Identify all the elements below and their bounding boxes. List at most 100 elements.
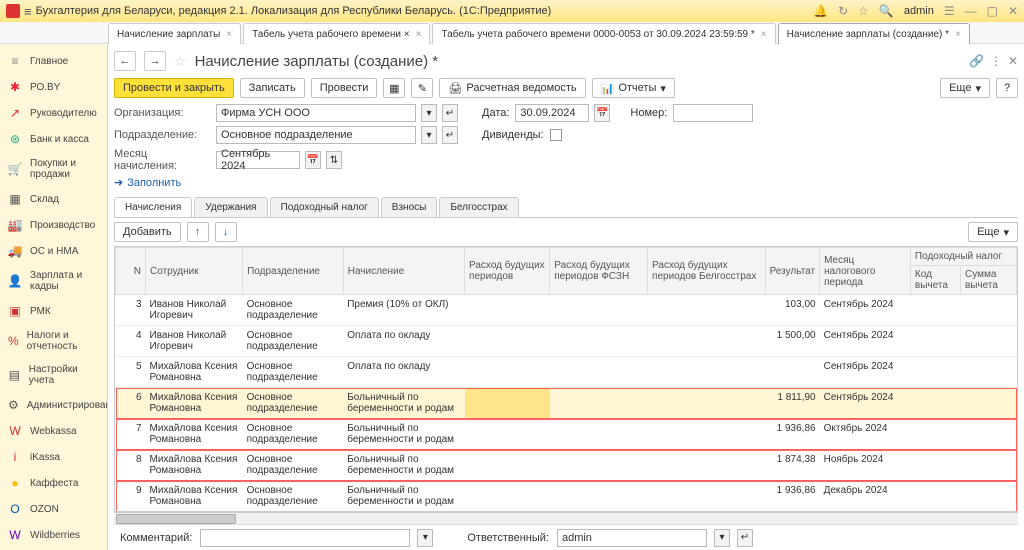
h-scrollbar[interactable] xyxy=(114,512,1018,524)
month-picker[interactable]: 📅 xyxy=(305,151,321,169)
sidebar-item[interactable]: 🚚ОС и НМА xyxy=(0,238,107,264)
col-dept[interactable]: Подразделение xyxy=(243,248,344,295)
sidebar-item[interactable]: ✱РО.BY xyxy=(0,74,107,100)
table-row[interactable]: 8Михайлова Ксения РомановнаОсновное подр… xyxy=(116,450,1017,481)
month-step[interactable]: ⇅ xyxy=(326,151,342,169)
sidebar-item[interactable]: 🏭Производство xyxy=(0,212,107,238)
resp-input[interactable]: admin xyxy=(557,529,707,547)
close-icon[interactable]: × xyxy=(226,29,232,40)
sidebar-item[interactable]: ≡Главное xyxy=(0,48,107,74)
col-rfp[interactable]: Расход будущих периодов xyxy=(465,248,550,295)
col-n[interactable]: N xyxy=(116,248,146,295)
move-up-button[interactable]: ↑ xyxy=(187,222,209,242)
nav-back-button[interactable]: ← xyxy=(114,51,136,71)
sidebar-item[interactable]: iiKassa xyxy=(0,444,107,470)
dividends-checkbox[interactable] xyxy=(550,129,562,141)
date-picker[interactable]: 📅 xyxy=(594,104,610,122)
close-icon[interactable]: ✕ xyxy=(1008,4,1018,18)
dept-open[interactable]: ↵ xyxy=(442,126,458,144)
fill-button[interactable]: ➜Заполнить xyxy=(114,176,181,189)
paysheet-button[interactable]: 🖨Расчетная ведомость xyxy=(439,78,585,98)
nav-forward-button[interactable]: → xyxy=(144,51,166,71)
star-icon[interactable]: ☆ xyxy=(858,4,869,18)
table-row[interactable]: 4Иванов Николай ИгоревичОсновное подразд… xyxy=(116,326,1017,357)
doc-tab[interactable]: Табель учета рабочего времени ×× xyxy=(243,23,430,44)
col-rfp-fszn[interactable]: Расход будущих периодов ФСЗН xyxy=(550,248,648,295)
table-row[interactable]: 9Михайлова Ксения РомановнаОсновное подр… xyxy=(116,481,1017,512)
close-icon[interactable]: × xyxy=(761,29,767,40)
subtab[interactable]: Взносы xyxy=(381,197,438,217)
sidebar-item[interactable]: 🛒Покупки и продажи xyxy=(0,152,107,186)
sidebar-item[interactable]: ●Каффеста xyxy=(0,470,107,496)
subtab[interactable]: Начисления xyxy=(114,197,192,217)
dept-picker[interactable]: ▾ xyxy=(421,126,437,144)
doc-tab[interactable]: Табель учета рабочего времени 0000-0053 … xyxy=(432,23,775,44)
col-deduct-sum[interactable]: Сумма вычета xyxy=(960,266,1016,295)
org-input[interactable]: Фирма УСН ООО xyxy=(216,104,416,122)
help-button[interactable]: ? xyxy=(996,78,1018,98)
bell-icon[interactable]: 🔔 xyxy=(813,4,828,18)
history-icon[interactable]: ↻ xyxy=(838,4,848,18)
table-row[interactable]: 3Иванов Николай ИгоревичОсновное подразд… xyxy=(116,295,1017,326)
org-open[interactable]: ↵ xyxy=(442,104,458,122)
comment-picker[interactable]: ▾ xyxy=(417,529,433,547)
sidebar-item[interactable]: ▦Склад xyxy=(0,186,107,212)
sidebar-item[interactable]: ⚙Администрирование xyxy=(0,392,107,418)
write-button[interactable]: Записать xyxy=(240,78,305,98)
reports-button[interactable]: 📊Отчеты ▾ xyxy=(592,78,675,98)
close-tab-icon[interactable]: ✕ xyxy=(1008,54,1018,68)
sidebar-item[interactable]: OOZON xyxy=(0,496,107,522)
close-icon[interactable]: × xyxy=(416,29,422,40)
subtab[interactable]: Удержания xyxy=(194,197,267,217)
move-down-button[interactable]: ↓ xyxy=(215,222,237,242)
sidebar-item[interactable]: WWebkassa xyxy=(0,418,107,444)
resp-picker[interactable]: ▾ xyxy=(714,529,730,547)
col-rfp-bgs[interactable]: Расход будущих периодов Белгосстрах xyxy=(648,248,766,295)
doc-tab[interactable]: Начисление зарплаты (создание) *× xyxy=(778,23,970,44)
col-accr[interactable]: Начисление xyxy=(343,248,464,295)
attach-button[interactable]: ✎ xyxy=(411,78,433,98)
col-income-tax[interactable]: Подоходный налог xyxy=(910,248,1016,266)
more-button[interactable]: Еще ▾ xyxy=(940,78,990,98)
col-emp[interactable]: Сотрудник xyxy=(146,248,243,295)
sidebar-item[interactable]: ▣РМК xyxy=(0,298,107,324)
movements-button[interactable]: ▦ xyxy=(383,78,405,98)
link-icon[interactable]: 🔗 xyxy=(969,54,984,68)
maximize-icon[interactable]: ▢ xyxy=(987,4,998,18)
table-row[interactable]: 5Михайлова Ксения РомановнаОсновное подр… xyxy=(116,357,1017,388)
sidebar-item[interactable]: ⊛Банк и касса xyxy=(0,126,107,152)
doc-tab[interactable]: Начисление зарплаты× xyxy=(108,23,241,44)
resp-open[interactable]: ↵ xyxy=(737,529,753,547)
comment-input[interactable] xyxy=(200,529,410,547)
sidebar-item[interactable]: WWildberries xyxy=(0,522,107,548)
add-row-button[interactable]: Добавить xyxy=(114,222,181,242)
menu-icon[interactable]: ☰ xyxy=(944,4,955,18)
sidebar-item[interactable]: 👤Зарплата и кадры xyxy=(0,264,107,298)
subtab[interactable]: Белгосстрах xyxy=(439,197,518,217)
number-input[interactable] xyxy=(673,104,753,122)
table-row[interactable]: 6Михайлова Ксения РомановнаОсновное подр… xyxy=(116,388,1017,419)
col-res[interactable]: Результат xyxy=(765,248,819,295)
minimize-icon[interactable]: — xyxy=(965,4,977,18)
col-deduct-code[interactable]: Код вычета xyxy=(910,266,960,295)
hamburger-icon[interactable]: ≡ xyxy=(24,4,32,19)
col-tax-period[interactable]: Месяц налогового периода xyxy=(820,248,911,295)
post-and-close-button[interactable]: Провести и закрыть xyxy=(114,78,234,98)
org-picker[interactable]: ▾ xyxy=(421,104,437,122)
month-input[interactable]: Сентябрь 2024 xyxy=(216,151,300,169)
close-icon[interactable]: × xyxy=(955,29,961,40)
more-icon[interactable]: ⋮ xyxy=(990,54,1002,68)
post-button[interactable]: Провести xyxy=(311,78,378,98)
sidebar-item[interactable]: ▤Настройки учета xyxy=(0,358,107,392)
subtab[interactable]: Подоходный налог xyxy=(270,197,379,217)
user-label[interactable]: admin xyxy=(904,5,934,17)
dept-input[interactable]: Основное подразделение xyxy=(216,126,416,144)
search-icon[interactable]: 🔍 xyxy=(879,4,894,18)
table-row[interactable]: 10Михайлова Ксения РомановнаОсновное под… xyxy=(116,512,1017,513)
accruals-table[interactable]: N Сотрудник Подразделение Начисление Рас… xyxy=(114,246,1018,512)
sidebar-item[interactable]: ↗Руководителю xyxy=(0,100,107,126)
sidebar-item[interactable]: %Налоги и отчетность xyxy=(0,324,107,358)
favorite-icon[interactable]: ☆ xyxy=(174,53,187,70)
table-row[interactable]: 7Михайлова Ксения РомановнаОсновное подр… xyxy=(116,419,1017,450)
date-input[interactable]: 30.09.2024 xyxy=(515,104,589,122)
